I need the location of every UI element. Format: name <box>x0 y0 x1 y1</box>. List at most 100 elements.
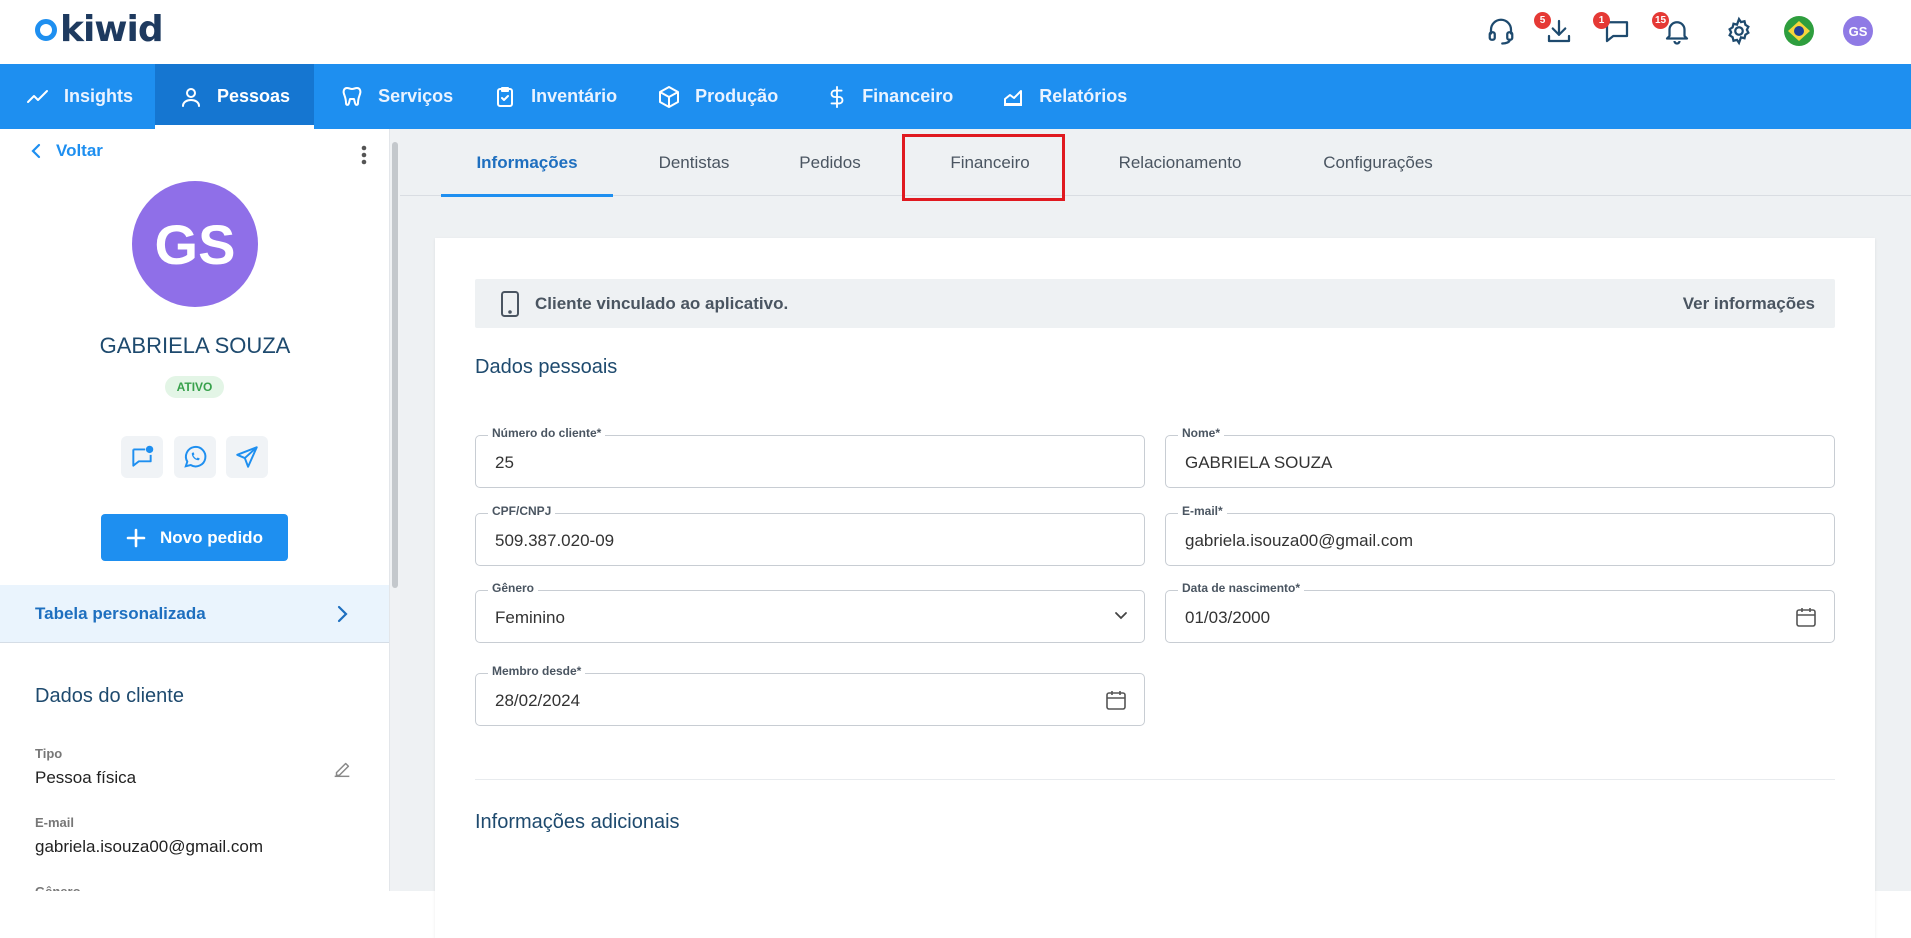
dollar-icon <box>830 85 844 108</box>
tab-pedidos[interactable]: Pedidos <box>785 129 875 196</box>
nav-producao-label: Produção <box>695 86 779 106</box>
gender-field-label: Gênero <box>488 581 539 595</box>
new-order-button[interactable]: Novo pedido <box>101 514 288 561</box>
custom-table-row[interactable]: Tabela personalizada <box>0 585 389 643</box>
client-data-title: Dados do cliente <box>35 685 184 707</box>
kiwid-logo[interactable]: kiwid <box>34 9 164 50</box>
additional-info-title: Informações adicionais <box>475 811 680 833</box>
back-link[interactable]: Voltar <box>30 141 103 161</box>
birth-date-field[interactable]: Data de nascimento* 01/03/2000 <box>1165 581 1835 643</box>
name-field[interactable]: Nome* GABRIELA SOUZA <box>1165 426 1835 488</box>
gender-select[interactable]: Gênero Feminino <box>475 581 1145 643</box>
member-since-value: 28/02/2024 <box>495 691 581 710</box>
birth-value: 01/03/2000 <box>1185 608 1271 627</box>
nav-financeiro-label: Financeiro <box>862 86 954 106</box>
type-value: Pessoa física <box>35 768 137 787</box>
client-number-field[interactable]: Número do cliente* 25 <box>475 426 1145 488</box>
smartphone-icon <box>501 290 519 317</box>
nav-relatorios[interactable]: Relatórios <box>975 64 1149 129</box>
birth-label: Data de nascimento* <box>1178 581 1305 595</box>
custom-table-label: Tabela personalizada <box>35 603 206 623</box>
email-field-label: E-mail* <box>1178 504 1227 518</box>
person-icon <box>182 87 201 107</box>
nav-inventario[interactable]: Inventário <box>475 64 639 129</box>
nav-servicos[interactable]: Serviços <box>314 64 475 129</box>
email-value: gabriela.isouza00@gmail.com <box>35 837 263 856</box>
chevron-right-icon <box>337 605 348 623</box>
messages-icon[interactable]: 1 <box>1593 12 1634 48</box>
tab-relacionamento[interactable]: Relacionamento <box>1100 129 1260 196</box>
notifications-bell-icon[interactable]: 15 <box>1652 12 1694 48</box>
chevron-left-icon <box>31 143 41 159</box>
name-label: Nome* <box>1178 426 1225 440</box>
tooth-icon <box>342 86 362 106</box>
main-navigation: Insights Pessoas Serviços Inventário Pro… <box>0 64 1911 129</box>
plus-icon <box>126 528 146 547</box>
client-sidebar: Voltar GS GABRIELA SOUZA ATIVO Novo pedi… <box>0 129 390 891</box>
chat-notification-icon <box>132 445 154 467</box>
view-info-link[interactable]: Ver informações <box>1683 294 1815 314</box>
logo-text: kiwid <box>60 9 164 50</box>
personal-data-title: Dados pessoais <box>475 356 618 378</box>
send-message-button[interactable] <box>226 436 268 478</box>
nav-financeiro[interactable]: Financeiro <box>800 64 975 129</box>
box-icon <box>659 85 680 108</box>
nav-servicos-label: Serviços <box>378 86 454 106</box>
calendar-icon[interactable] <box>1794 605 1818 629</box>
cpf-value: 509.387.020-09 <box>495 531 615 550</box>
status-badge: ATIVO <box>165 376 224 398</box>
nav-insights-label: Insights <box>64 86 134 106</box>
tab-configuracoes[interactable]: Configurações <box>1293 129 1463 196</box>
user-avatar[interactable]: GS <box>1841 14 1875 48</box>
cpf-cnpj-field[interactable]: CPF/CNPJ 509.387.020-09 <box>475 504 1145 566</box>
language-flag-brazil-icon[interactable] <box>1782 14 1816 48</box>
settings-gear-icon[interactable] <box>1722 14 1756 48</box>
paper-plane-icon <box>236 446 258 468</box>
client-name: GABRIELA SOUZA <box>99 333 291 358</box>
chevron-down-icon <box>1114 611 1128 621</box>
clipboard-check-icon <box>497 86 514 107</box>
nav-pessoas[interactable]: Pessoas <box>155 64 315 129</box>
client-avatar: GS <box>132 181 258 307</box>
email-label: E-mail <box>35 815 75 830</box>
member-since-label: Membro desde* <box>488 664 586 678</box>
name-value: GABRIELA SOUZA <box>1185 453 1333 472</box>
nav-insights[interactable]: Insights <box>0 64 155 129</box>
edit-pencil-icon[interactable] <box>331 758 353 780</box>
email-field[interactable]: E-mail* gabriela.isouza00@gmail.com <box>1165 504 1835 566</box>
notifications-badge: 15 <box>1652 12 1670 29</box>
chat-button[interactable] <box>121 436 163 478</box>
profile-tabs: Informações Dentistas Pedidos Financeiro… <box>400 129 1911 197</box>
member-since-field[interactable]: Membro desde* 28/02/2024 <box>475 664 1145 726</box>
section-divider <box>475 779 1835 780</box>
logo-mark-icon <box>35 19 57 41</box>
download-icon[interactable]: 5 <box>1534 12 1576 48</box>
support-headset-icon[interactable] <box>1484 14 1518 48</box>
new-order-label: Novo pedido <box>160 527 263 547</box>
cpf-label: CPF/CNPJ <box>488 504 556 518</box>
information-card: Cliente vinculado ao aplicativo. Ver inf… <box>435 238 1875 938</box>
nav-relatorios-label: Relatórios <box>1039 86 1128 106</box>
more-options-icon[interactable] <box>356 143 372 167</box>
area-chart-icon <box>1004 89 1023 106</box>
whatsapp-icon <box>184 445 207 468</box>
messages-badge: 1 <box>1593 12 1610 29</box>
nav-inventario-label: Inventário <box>531 86 618 106</box>
back-label: Voltar <box>56 141 103 160</box>
tab-dentistas[interactable]: Dentistas <box>643 129 745 196</box>
calendar-icon[interactable] <box>1104 688 1128 712</box>
nav-producao[interactable]: Produção <box>639 64 800 129</box>
gender-value: Feminino <box>495 608 565 627</box>
type-label: Tipo <box>35 746 63 761</box>
app-linked-text: Cliente vinculado ao aplicativo. <box>535 293 789 313</box>
sidebar-scrollbar-thumb[interactable] <box>392 142 398 588</box>
gender-label: Gênero <box>35 884 81 891</box>
financeiro-tab-highlight <box>902 134 1065 201</box>
nav-pessoas-label: Pessoas <box>217 86 291 106</box>
client-number-label: Número do cliente* <box>488 426 606 440</box>
tab-informacoes[interactable]: Informações <box>441 129 613 197</box>
whatsapp-button[interactable] <box>174 436 216 478</box>
user-initials: GS <box>1843 16 1873 46</box>
trend-line-icon <box>27 89 48 103</box>
download-badge: 5 <box>1534 12 1551 29</box>
